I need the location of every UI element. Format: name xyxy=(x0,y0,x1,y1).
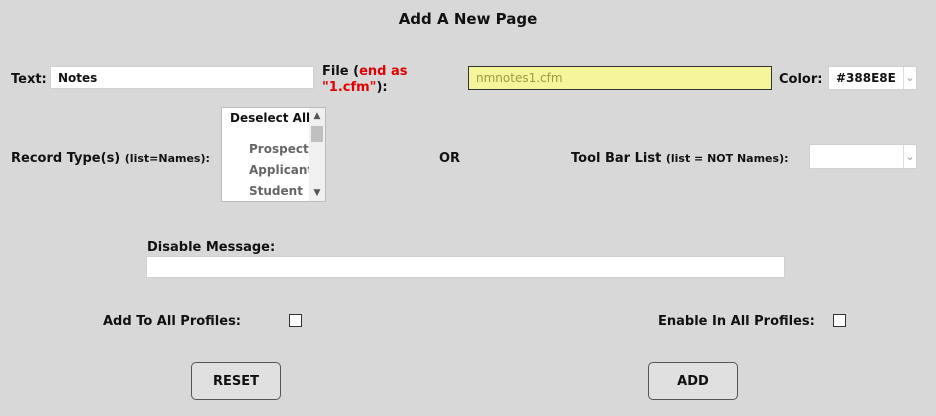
enable-in-all-profiles-checkbox[interactable] xyxy=(833,314,846,327)
text-label: Text: xyxy=(11,72,47,87)
scroll-thumb[interactable] xyxy=(311,126,323,142)
reset-button[interactable]: RESET xyxy=(191,362,281,400)
disable-message-label: Disable Message: xyxy=(147,240,276,255)
listbox-scrollbar[interactable]: ▲ ▼ xyxy=(309,108,325,201)
color-label: Color: xyxy=(779,72,823,87)
toolbar-list-select[interactable]: ⌄ xyxy=(809,144,917,169)
toolbar-list-label: Tool Bar List (list = NOT Names): xyxy=(571,151,789,166)
record-types-note: (list=Names): xyxy=(124,152,210,165)
file-label-note-2: "1.cfm" xyxy=(322,80,377,95)
file-label: File (end as "1.cfm"): xyxy=(322,64,408,95)
disable-message-input[interactable] xyxy=(146,256,785,278)
text-input[interactable]: Notes xyxy=(50,66,314,89)
toolbar-list-note: (list = NOT Names): xyxy=(665,152,789,165)
list-item[interactable]: Applicant xyxy=(249,163,313,177)
color-select-value: #388E8E xyxy=(836,71,896,85)
list-item[interactable]: Student xyxy=(249,184,303,198)
add-button[interactable]: ADD xyxy=(648,362,738,400)
add-to-all-profiles-checkbox[interactable] xyxy=(289,314,302,327)
enable-in-all-profiles-label: Enable In All Profiles: xyxy=(658,314,815,329)
list-item[interactable]: Deselect All xyxy=(230,111,310,125)
file-input[interactable]: nmnotes1.cfm xyxy=(468,66,772,90)
color-select[interactable]: #388E8E ⌄ xyxy=(828,66,917,90)
scroll-up-icon[interactable]: ▲ xyxy=(309,108,325,124)
file-label-note-1: end as xyxy=(359,64,408,79)
add-to-all-profiles-label: Add To All Profiles: xyxy=(103,314,242,329)
chevron-down-icon: ⌄ xyxy=(903,67,916,89)
page-title: Add A New Page xyxy=(398,10,538,28)
record-types-listbox[interactable]: Deselect All Prospect Applicant Student … xyxy=(221,107,326,202)
scroll-down-icon[interactable]: ▼ xyxy=(309,185,325,201)
list-item[interactable]: Prospect xyxy=(249,142,309,156)
record-types-label: Record Type(s) (list=Names): xyxy=(11,151,210,166)
or-text: OR xyxy=(439,151,461,166)
chevron-down-icon: ⌄ xyxy=(903,145,916,168)
